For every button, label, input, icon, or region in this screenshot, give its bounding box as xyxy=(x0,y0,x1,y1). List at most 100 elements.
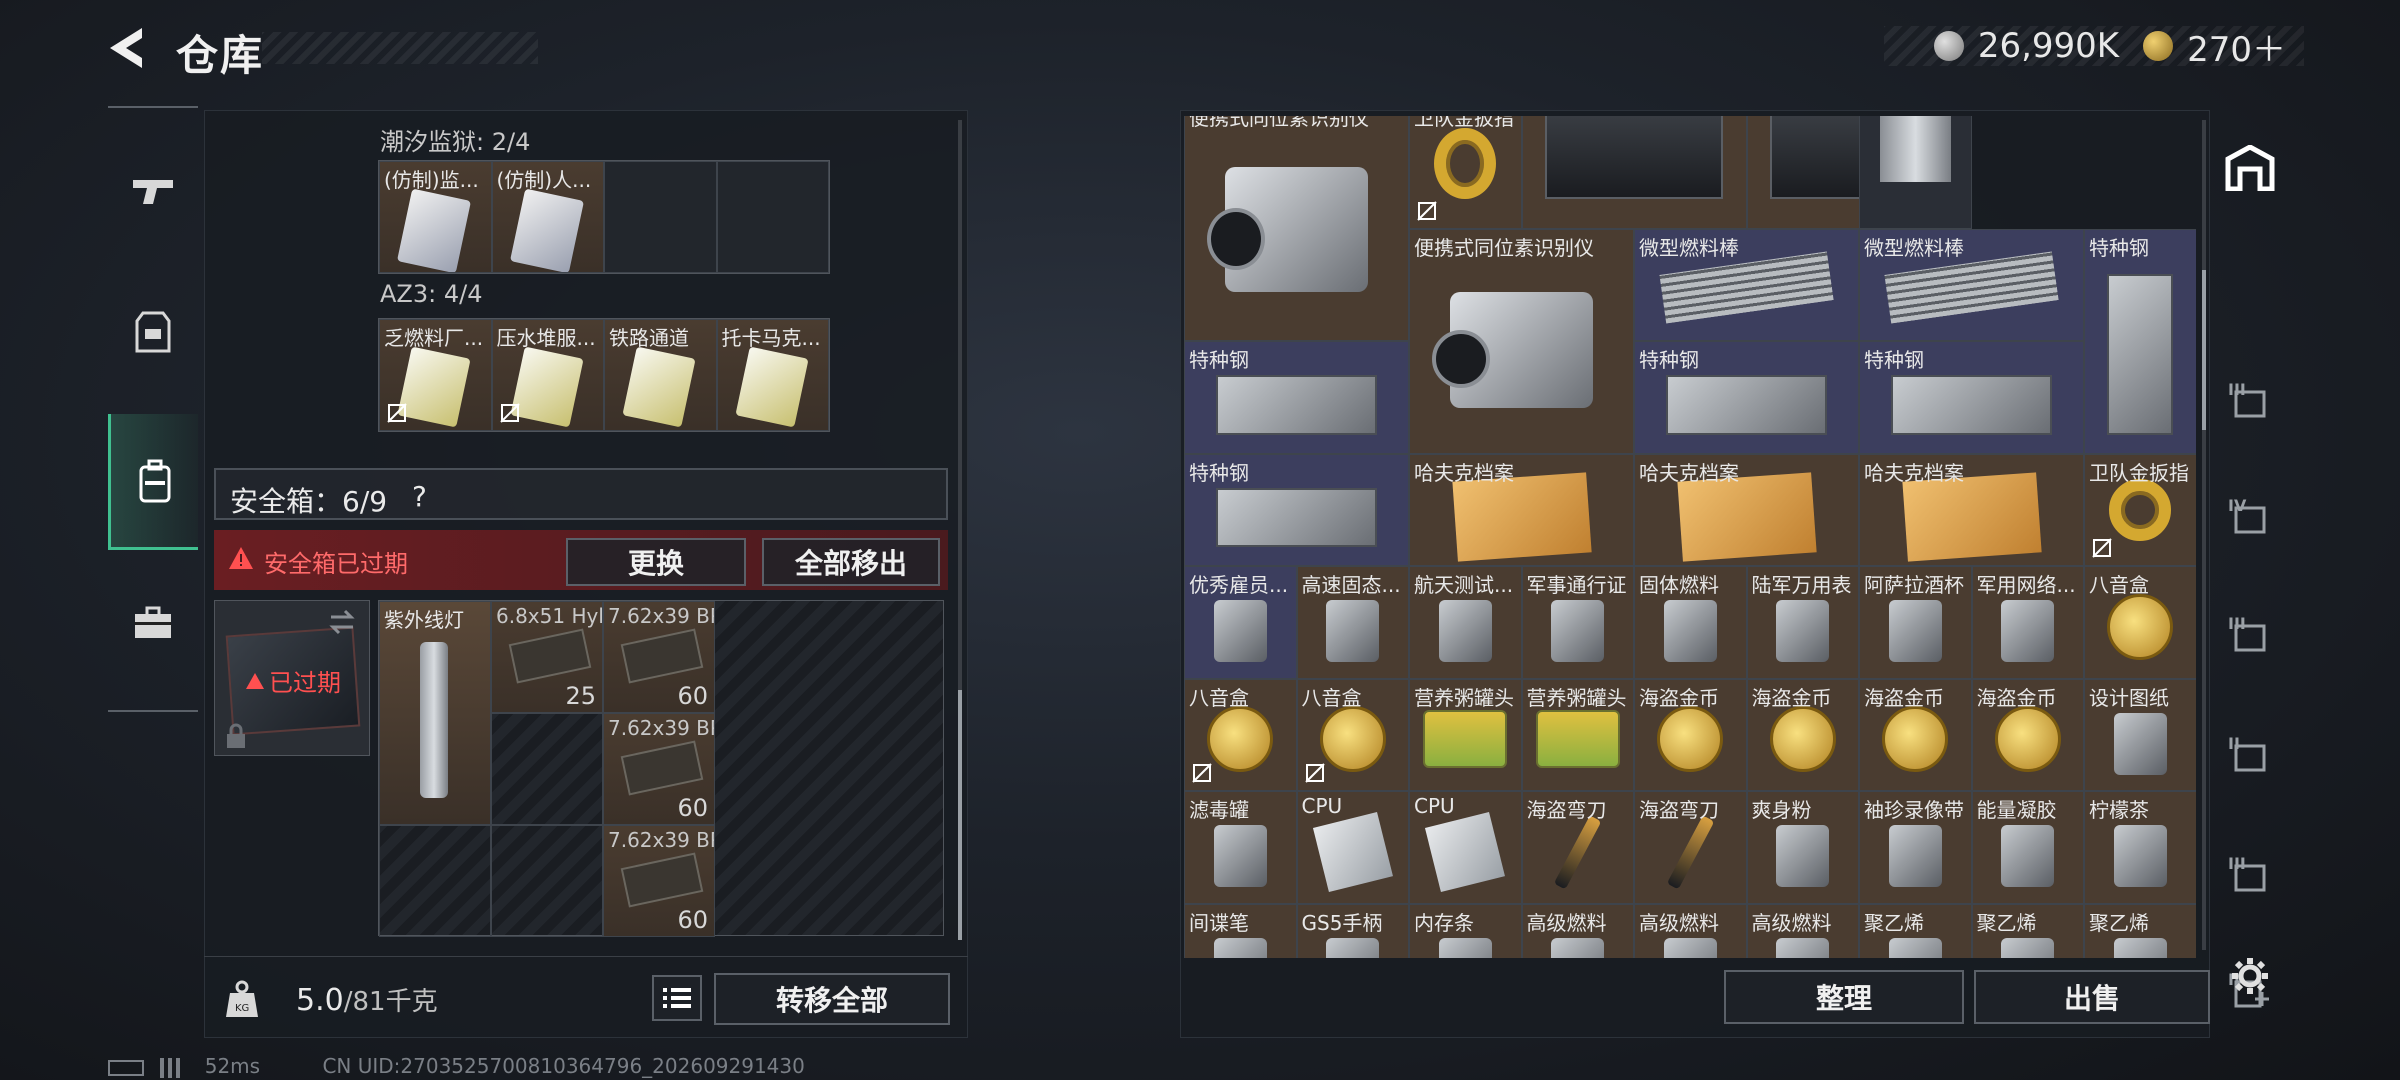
stash-scrollbar[interactable] xyxy=(2202,120,2206,950)
keycard-slot[interactable]: 压水堆服... xyxy=(491,319,604,431)
stash-item[interactable]: 爽身粉 xyxy=(1746,791,1859,904)
stash-tab-7[interactable]: III xyxy=(2210,826,2290,926)
stash-item[interactable]: 高级燃料 xyxy=(1521,903,1634,958)
stash-item[interactable]: 哈夫克档案 xyxy=(1409,453,1634,566)
stash-item[interactable]: 聚乙烯 xyxy=(2084,903,2196,958)
transfer-all-button[interactable]: 转移全部 xyxy=(714,973,950,1025)
item-label: 军用网络... xyxy=(1976,573,2076,597)
stash-item[interactable]: 高级燃料 xyxy=(1634,903,1747,958)
stash-item[interactable]: 八音盒 xyxy=(2084,566,2196,679)
empty-slot[interactable] xyxy=(491,713,603,825)
tab-armor[interactable] xyxy=(108,288,198,378)
replace-button[interactable]: 更换 xyxy=(566,538,746,586)
tab-case[interactable] xyxy=(108,578,198,668)
stash-item[interactable]: 陆军万用表 xyxy=(1746,566,1859,679)
stash-tab-6[interactable]: II xyxy=(2210,706,2290,806)
stash-item[interactable]: 特种钢 xyxy=(1634,341,1859,454)
empty-slot[interactable] xyxy=(379,825,491,937)
stash-item[interactable]: 特种钢 xyxy=(1184,341,1409,454)
stash-item[interactable]: 柠檬茶 xyxy=(2084,791,2196,904)
tab-weapons[interactable] xyxy=(108,146,198,236)
settings-gear-icon[interactable] xyxy=(2230,956,2270,996)
stash-item[interactable]: 八音盒 xyxy=(1296,678,1409,791)
left-scrollbar-thumb[interactable] xyxy=(958,690,962,940)
swap-icon[interactable] xyxy=(327,609,357,635)
stash-item[interactable]: GS5手柄 xyxy=(1296,903,1409,958)
move-all-out-button[interactable]: 全部移出 xyxy=(762,538,940,586)
stash-item[interactable]: 聚乙烯 xyxy=(1971,903,2084,958)
stash-item[interactable]: 设计图纸 xyxy=(2084,678,2196,791)
stash-item[interactable]: 优秀雇员... xyxy=(1184,566,1297,679)
stash-item[interactable]: 哈夫克档案 xyxy=(1859,453,2084,566)
stash-item[interactable]: 军用网络... xyxy=(1971,566,2084,679)
stash-item[interactable]: 营养粥罐头 xyxy=(1521,678,1634,791)
keycard-slot[interactable]: 托卡马克... xyxy=(716,319,829,431)
stash-item[interactable]: 海盗金币 xyxy=(1746,678,1859,791)
back-arrow-icon[interactable] xyxy=(104,24,152,72)
stash-item[interactable]: 航天测试... xyxy=(1409,566,1522,679)
stash-item[interactable]: 微型燃料棒 xyxy=(1859,228,2084,341)
stash-item[interactable]: 便携式同位素识别仪 xyxy=(1184,116,1409,341)
stash-item[interactable]: 海盗弯刀 xyxy=(1521,791,1634,904)
stash-item[interactable]: 袖珍录像带 xyxy=(1859,791,1972,904)
stash-item[interactable]: 海盗金币 xyxy=(1971,678,2084,791)
stash-item[interactable]: 微型燃料棒 xyxy=(1634,228,1859,341)
stash-scrollbar-thumb[interactable] xyxy=(2202,270,2206,430)
stash-item[interactable]: 聚乙烯 xyxy=(1859,903,1972,958)
sort-button[interactable]: 整理 xyxy=(1724,970,1964,1024)
stash-item[interactable] xyxy=(1859,116,1972,229)
empty-slot[interactable] xyxy=(716,161,829,273)
keycard-slot[interactable]: 铁路通道 xyxy=(604,319,717,431)
item-label: (仿制)监... xyxy=(384,168,479,192)
safe-item-ammo[interactable]: 7.62x39 BP 60 xyxy=(603,825,715,937)
stash-item[interactable] xyxy=(1521,116,1747,229)
stash-tab-main[interactable] xyxy=(2210,118,2290,218)
stash-item[interactable]: 军事通行证 xyxy=(1521,566,1634,679)
safe-item-uv-lamp[interactable]: 紫外线灯 xyxy=(379,601,491,825)
stash-item[interactable]: 海盗金币 xyxy=(1634,678,1747,791)
stash-tab-3[interactable]: III xyxy=(2210,352,2290,452)
stash-item[interactable]: 固体燃料 xyxy=(1634,566,1747,679)
stash-item[interactable]: 高速固态... xyxy=(1296,566,1409,679)
stash-item[interactable]: 能量凝胶 xyxy=(1971,791,2084,904)
stash-item[interactable]: 海盗弯刀 xyxy=(1634,791,1747,904)
help-icon[interactable]: ? xyxy=(412,480,427,513)
sell-button[interactable]: 出售 xyxy=(1974,970,2210,1024)
stash-item[interactable]: 卫队金扳指 xyxy=(2084,453,2196,566)
tab-safebox[interactable] xyxy=(108,414,198,550)
stash-item[interactable]: 便携式同位素识别仪 xyxy=(1409,228,1634,454)
item-label: 微型燃料棒 xyxy=(1639,235,1739,260)
empty-slot[interactable] xyxy=(491,825,603,937)
keycard-slot[interactable]: 乏燃料厂... xyxy=(379,319,492,431)
stash-item[interactable]: 哈夫克档案 xyxy=(1634,453,1859,566)
no-trade-icon xyxy=(2092,538,2112,558)
safe-item-ammo[interactable]: 6.8x51 Hybrid 25 xyxy=(491,601,603,713)
item-label: 哈夫克档案 xyxy=(1639,460,1739,485)
stash-item[interactable]: 八音盒 xyxy=(1184,678,1297,791)
currency-secondary[interactable]: 270＋ xyxy=(2187,22,2286,71)
stash-tab-5[interactable]: III xyxy=(2210,586,2290,686)
item-label: 特种钢 xyxy=(1189,348,1249,372)
stash-item[interactable]: 特种钢 xyxy=(1184,453,1409,566)
stash-item[interactable]: 海盗金币 xyxy=(1859,678,1972,791)
keycard-slot[interactable]: (仿制)人... xyxy=(491,161,604,273)
stash-item[interactable]: 特种钢 xyxy=(1859,341,2084,454)
stash-item[interactable]: CPU xyxy=(1409,791,1522,904)
stash-item[interactable]: 间谍笔 xyxy=(1184,903,1297,958)
stash-item[interactable]: 阿萨拉酒杯 xyxy=(1859,566,1972,679)
stash-item[interactable]: 高级燃料 xyxy=(1746,903,1859,958)
stash-item[interactable]: 营养粥罐头 xyxy=(1409,678,1522,791)
stash-item[interactable]: 特种钢 xyxy=(2084,228,2196,454)
safe-item-ammo[interactable]: 7.62x39 BP 60 xyxy=(603,601,715,713)
safe-item-ammo[interactable]: 7.62x39 BP 60 xyxy=(603,713,715,825)
stash-item[interactable]: 卫队金扳指 xyxy=(1409,116,1522,229)
stash-tab-4[interactable]: IV xyxy=(2210,468,2290,568)
stash-item[interactable]: CPU xyxy=(1296,791,1409,904)
stash-item[interactable]: 滤毒罐 xyxy=(1184,791,1297,904)
empty-slot[interactable] xyxy=(604,161,717,273)
stash-item[interactable]: 内存条 xyxy=(1409,903,1522,958)
status-footer: 52ms CN UID:2703525700810364796_20260929… xyxy=(108,1054,805,1078)
list-view-button[interactable] xyxy=(652,975,702,1021)
keycard-slot[interactable]: (仿制)监... xyxy=(379,161,492,273)
safe-box-slot[interactable]: 已过期 xyxy=(214,600,370,756)
